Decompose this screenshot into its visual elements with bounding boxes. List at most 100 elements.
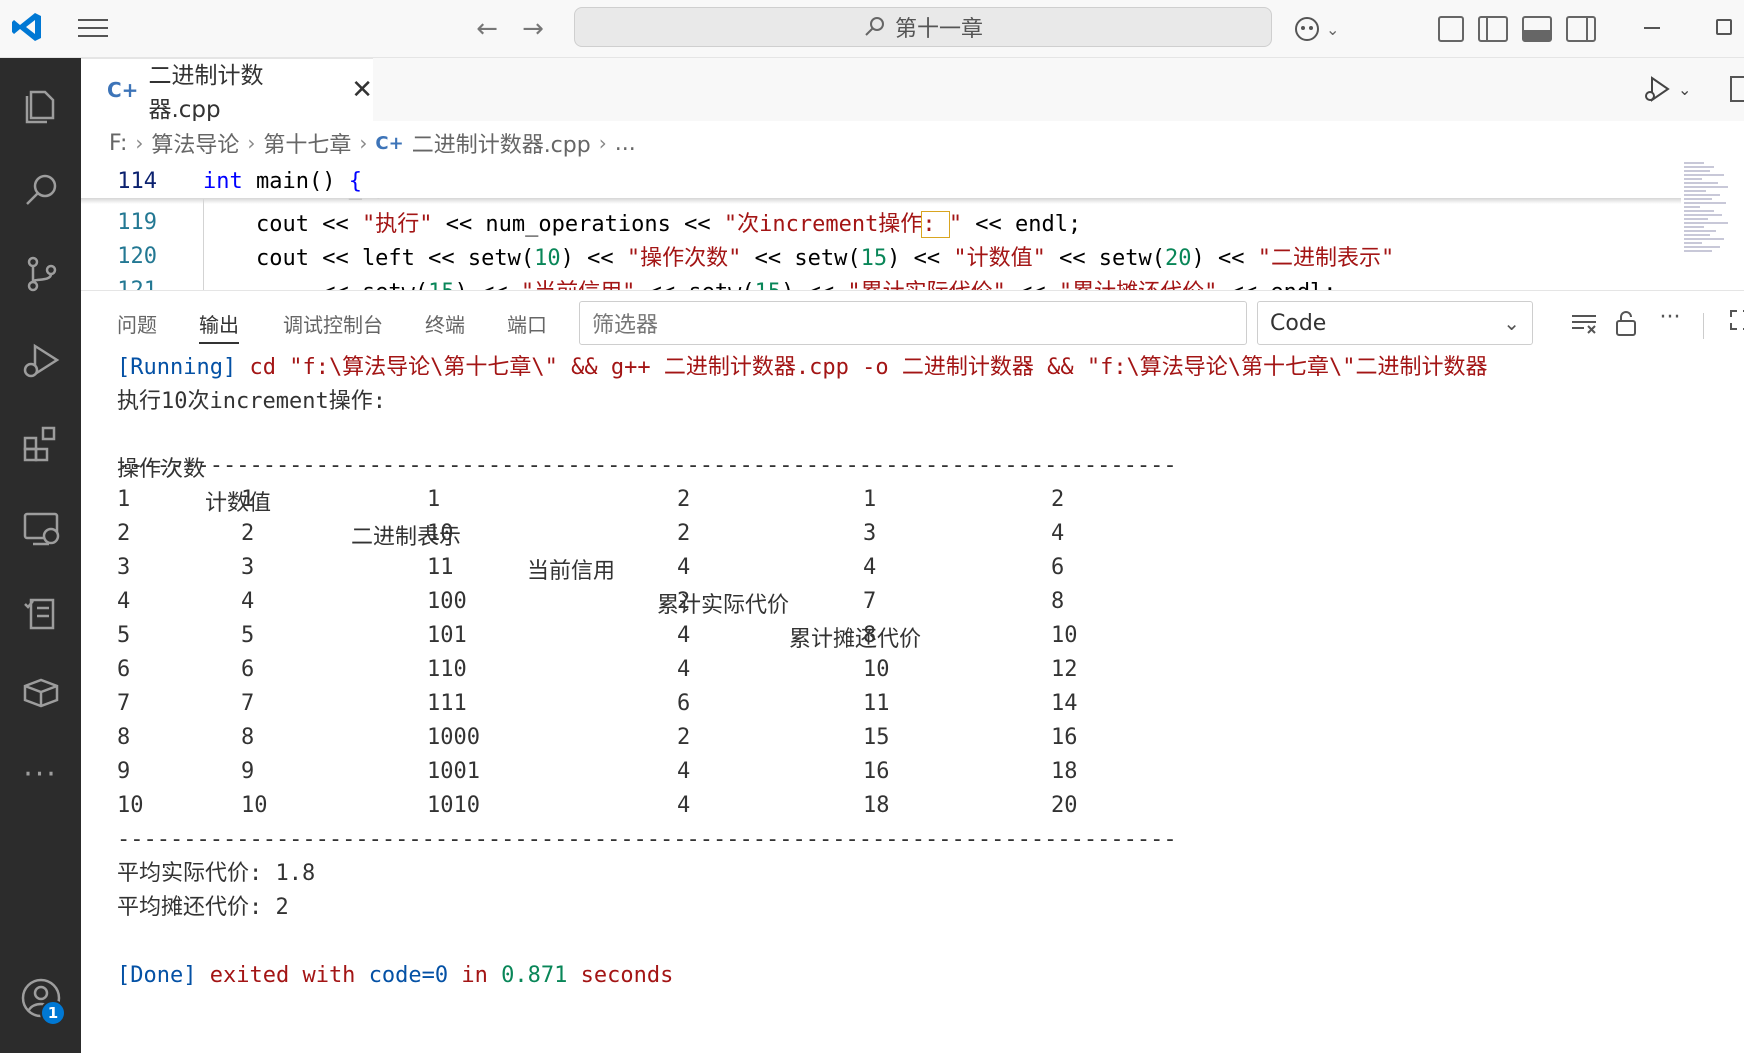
- more-actions-icon[interactable]: ···: [1655, 305, 1685, 335]
- table-cell: 9: [241, 759, 255, 784]
- tab-output[interactable]: 输出: [199, 309, 239, 344]
- search-icon: [865, 17, 884, 36]
- done-text: exited with: [209, 963, 356, 988]
- breadcrumb-symbol[interactable]: ...: [615, 131, 636, 156]
- tab-problems[interactable]: 问题: [117, 309, 157, 338]
- running-tag: [Running]: [117, 355, 237, 380]
- table-cell: 2: [1051, 487, 1065, 512]
- run-debug-icon[interactable]: [0, 320, 81, 400]
- minimap[interactable]: [1680, 160, 1734, 290]
- tab-terminal[interactable]: 终端: [425, 309, 465, 338]
- vscode-logo-icon[interactable]: [10, 10, 44, 44]
- bottom-panel: 问题 输出 调试控制台 终端 端口 筛选器 Code ⌄ ··· [Runnin…: [81, 290, 1744, 1053]
- indent-guide: [203, 199, 204, 290]
- table-cell: 16: [1051, 725, 1078, 750]
- table-cell: 10: [241, 793, 268, 818]
- remote-explorer-icon[interactable]: [0, 488, 81, 568]
- breadcrumb-file[interactable]: 二进制计数器.cpp: [412, 127, 591, 159]
- tab-debug-console[interactable]: 调试控制台: [283, 309, 383, 338]
- tab-ports[interactable]: 端口: [507, 309, 547, 338]
- table-row: 5 5 101 4 8 10: [117, 619, 1717, 653]
- table-cell: 6: [1051, 555, 1065, 580]
- table-cell: 3: [117, 555, 131, 580]
- table-row: 4 4 100 2 7 8: [117, 585, 1717, 619]
- account-badge: 1: [40, 1000, 66, 1026]
- line-number: 119: [117, 209, 157, 235]
- account-icon[interactable]: 1: [0, 958, 81, 1038]
- output-channel-select[interactable]: Code ⌄: [1257, 301, 1533, 345]
- table-cell: 2: [677, 521, 691, 546]
- table-cell: 4: [117, 589, 131, 614]
- breadcrumb-drive[interactable]: F:: [109, 131, 127, 156]
- customize-layout-icon[interactable]: [1438, 16, 1464, 42]
- copilot-icon: [1295, 17, 1319, 41]
- table-cell: 8: [1051, 589, 1065, 614]
- table-cell: 9: [117, 759, 131, 784]
- maximize-icon[interactable]: [1716, 19, 1732, 35]
- table-cell: 1010: [427, 793, 480, 818]
- copilot-menu[interactable]: ⌄: [1292, 12, 1339, 46]
- table-row: 2 2 10 2 3 4: [117, 517, 1717, 551]
- breadcrumb-folder-2[interactable]: 第十七章: [263, 127, 351, 159]
- toggle-secondary-sidebar-icon[interactable]: [1566, 16, 1596, 42]
- back-arrow-icon[interactable]: ←: [470, 12, 504, 46]
- chevron-down-icon: ⌄: [1326, 19, 1340, 39]
- code-text: cout << left << setw(10) << "操作次数" << se…: [203, 246, 1395, 271]
- table-cell: 4: [677, 657, 691, 682]
- source-control-icon[interactable]: [0, 234, 81, 314]
- output-line: 执行10次increment操作:: [117, 389, 386, 414]
- table-cell: 1: [117, 487, 131, 512]
- breadcrumb: F: › 算法导论 › 第十七章 › C+ 二进制计数器.cpp › ...: [81, 121, 1744, 165]
- table-cell: 20: [1051, 793, 1078, 818]
- maximize-panel-icon[interactable]: [1725, 309, 1744, 339]
- toggle-primary-sidebar-icon[interactable]: [1478, 16, 1508, 42]
- tab-label: 二进制计数器.cpp: [148, 63, 264, 123]
- output-text[interactable]: [Running] cd "f:\算法导论\第十七章\" && g++ 二进制计…: [117, 351, 1717, 993]
- breadcrumb-folder-1[interactable]: 算法导论: [151, 127, 239, 159]
- channel-value: Code: [1270, 310, 1327, 336]
- table-cell: 14: [1051, 691, 1078, 716]
- menu-icon[interactable]: [76, 14, 110, 42]
- chevron-right-icon: ›: [598, 131, 607, 155]
- code-editor[interactable]: 114 int main() { 118 int num_operations …: [81, 165, 1681, 290]
- search-icon[interactable]: [0, 150, 81, 230]
- table-cell: 1: [241, 487, 255, 512]
- avg-amortized-line: 平均摊还代价: 2: [117, 895, 289, 920]
- more-icon[interactable]: ···: [0, 734, 81, 814]
- table-cell: 2: [117, 521, 131, 546]
- table-cell: 10: [117, 793, 144, 818]
- containers-icon[interactable]: [0, 652, 81, 732]
- code-line: 119 cout << "执行" << num_operations << "次…: [81, 205, 1681, 239]
- forward-arrow-icon[interactable]: →: [516, 12, 550, 46]
- extensions-icon[interactable]: [0, 404, 81, 484]
- table-cell: 2: [677, 589, 691, 614]
- tab-cpp-file[interactable]: C+ 二进制计数器.cpp ✕: [81, 58, 373, 123]
- lock-icon[interactable]: [1611, 309, 1641, 339]
- table-cell: 1001: [427, 759, 480, 784]
- run-code-button[interactable]: ⌄: [1642, 72, 1704, 106]
- table-cell: 4: [677, 555, 691, 580]
- minimize-icon[interactable]: [1644, 27, 1660, 29]
- table-cell: 2: [677, 487, 691, 512]
- toggle-panel-icon[interactable]: [1522, 16, 1552, 42]
- clear-output-icon[interactable]: [1569, 309, 1599, 339]
- search-text: 第十一章: [894, 17, 983, 42]
- chevron-down-icon: ⌄: [1678, 79, 1692, 99]
- table-cell: 12: [1051, 657, 1078, 682]
- table-cell: 11: [427, 555, 454, 580]
- explorer-icon[interactable]: [0, 64, 81, 144]
- table-row: 9 9 1001 4 16 18: [117, 755, 1717, 789]
- table-cell: 1000: [427, 725, 480, 750]
- table-cell: 4: [677, 759, 691, 784]
- command-center-search[interactable]: 第十一章: [574, 7, 1272, 47]
- testing-icon[interactable]: [0, 572, 81, 652]
- filter-input[interactable]: 筛选器: [579, 301, 1247, 345]
- split-editor-icon[interactable]: [1730, 76, 1744, 102]
- table-row: 7 7 111 6 11 14: [117, 687, 1717, 721]
- code-line: 114 int main() {: [81, 165, 1681, 198]
- chevron-right-icon: ›: [135, 131, 144, 155]
- divider: [1703, 313, 1704, 339]
- close-icon[interactable]: ✕: [351, 75, 373, 105]
- cpp-file-icon: C+: [107, 78, 139, 102]
